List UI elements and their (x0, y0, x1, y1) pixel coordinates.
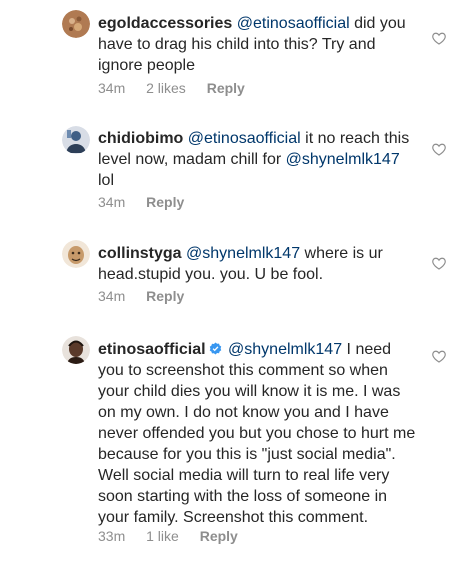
verified-badge-icon (209, 342, 221, 355)
heart-outline-icon[interactable] (432, 143, 446, 156)
comment-likes[interactable]: 1 like (146, 528, 179, 544)
reply-button[interactable]: Reply (207, 80, 245, 96)
reply-button[interactable]: Reply (200, 528, 238, 544)
comment-mention[interactable]: @etinosaofficial (188, 130, 301, 147)
avatar[interactable] (62, 336, 90, 364)
comment-time: 33m (98, 528, 126, 544)
comment-mention-2[interactable]: @shynelmlk147 (286, 151, 400, 168)
comment-time: 34m (98, 194, 126, 210)
comment-likes[interactable]: 2 likes (146, 80, 186, 96)
comment-meta: 33m 1 like Reply (98, 528, 255, 544)
comment-time: 34m (98, 80, 126, 96)
heart-outline-icon[interactable] (432, 257, 446, 270)
comment-text: collinstyga @shynelmlk147 where is ur he… (98, 243, 418, 285)
avatar[interactable] (62, 10, 90, 38)
heart-outline-icon[interactable] (432, 32, 446, 45)
avatar[interactable] (62, 126, 90, 154)
comment-text: etinosaofficial @shynelmlk147 I need you… (98, 339, 418, 528)
reply-button[interactable]: Reply (146, 194, 184, 210)
comment-username[interactable]: egoldaccessories (98, 15, 232, 32)
comment-username[interactable]: collinstyga (98, 245, 182, 262)
comment-body-2: lol (98, 172, 115, 189)
comment-username[interactable]: etinosaofficial (98, 341, 206, 358)
comment-mention[interactable]: @shynelmlk147 (186, 245, 300, 262)
avatar[interactable] (62, 240, 90, 268)
comment-mention[interactable]: @etinosaofficial (237, 15, 350, 32)
comment-body: I need you to screenshot this comment so… (98, 341, 416, 526)
heart-outline-icon[interactable] (432, 350, 446, 363)
comment-text: chidiobimo @etinosaofficial it no reach … (98, 128, 418, 191)
comment-mention[interactable]: @shynelmlk147 (228, 341, 342, 358)
comment-username[interactable]: chidiobimo (98, 130, 183, 147)
comment-meta: 34m 2 likes Reply (98, 80, 262, 96)
comment-meta: 34m Reply (98, 288, 201, 304)
comment-time: 34m (98, 288, 126, 304)
comment-text: egoldaccessories @etinosaofficial did yo… (98, 13, 418, 76)
comment-meta: 34m Reply (98, 194, 201, 210)
reply-button[interactable]: Reply (146, 288, 184, 304)
